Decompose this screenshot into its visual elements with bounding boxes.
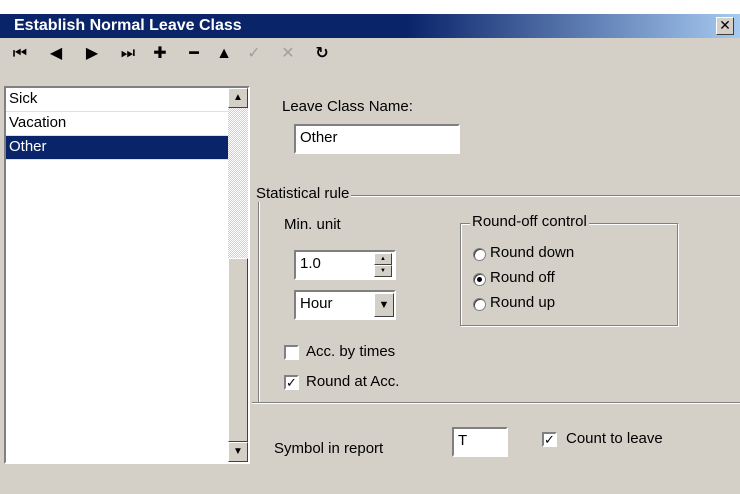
first-record-icon[interactable]: ⏮ <box>8 43 32 65</box>
list-item-selected[interactable]: Other <box>6 136 248 160</box>
count-to-leave-checkbox[interactable]: ✓ <box>542 432 557 447</box>
arrow-up-icon[interactable]: ▲ <box>228 88 248 108</box>
acc-by-times-checkbox[interactable] <box>284 345 299 360</box>
radio-round-up[interactable] <box>473 298 486 311</box>
list-item[interactable]: Sick <box>6 88 248 112</box>
list-item[interactable]: Vacation <box>6 112 248 136</box>
min-unit-label: Min. unit <box>284 216 341 233</box>
radio-round-off[interactable] <box>473 273 486 286</box>
round-up-label: Round up <box>490 294 556 311</box>
refresh-icon[interactable]: ↻ <box>310 43 334 65</box>
next-record-icon[interactable]: ▶ <box>80 43 104 65</box>
cancel-edit-icon: ✕ <box>281 45 295 62</box>
delete-record-icon[interactable]: ━ <box>182 43 206 65</box>
title-bar: Establish Normal Leave Class ✕ <box>0 14 740 38</box>
list-scrollbar[interactable]: ▲ ▼ <box>228 88 248 462</box>
prev-record-icon[interactable]: ◀ <box>44 43 68 65</box>
symbol-label: Symbol in report <box>274 440 384 457</box>
arrow-down-icon[interactable]: ▼ <box>228 442 248 462</box>
last-record-icon[interactable]: ⏭ <box>116 43 140 65</box>
radio-round-down[interactable] <box>473 248 486 261</box>
count-to-leave-label: Count to leave <box>566 430 663 447</box>
acc-by-times-label: Acc. by times <box>306 343 396 360</box>
round-off-label: Round off <box>490 269 555 286</box>
round-off-title: Round-off control <box>470 213 589 230</box>
top-margin <box>0 0 740 14</box>
spin-down-icon[interactable]: ▼ <box>374 265 392 277</box>
name-field[interactable]: Other <box>294 124 460 154</box>
add-record-icon[interactable]: ✚ <box>148 43 172 65</box>
leave-class-list[interactable]: Sick Vacation Other ▲ ▼ <box>4 86 250 464</box>
statistical-rule-title: Statistical rule <box>254 185 352 202</box>
scroll-thumb[interactable] <box>228 258 248 442</box>
confirm-icon: ✓ <box>247 45 261 62</box>
round-at-acc-label: Round at Acc. <box>306 373 400 390</box>
round-at-acc-checkbox[interactable]: ✓ <box>284 375 299 390</box>
symbol-field[interactable]: T <box>452 427 508 457</box>
divider <box>252 402 740 404</box>
move-up-icon[interactable]: ▲ <box>212 43 236 65</box>
name-label: Leave Class Name: <box>282 98 413 115</box>
round-down-label: Round down <box>490 244 575 261</box>
toolbar: ⏮ ◀ ▶ ⏭ ✚ ━ ▲ ✓ ✕ ↻ <box>0 38 740 70</box>
window-title: Establish Normal Leave Class <box>14 17 242 34</box>
spin-up-icon[interactable]: ▲ <box>374 253 392 265</box>
chevron-down-icon[interactable]: ▼ <box>374 293 394 317</box>
close-icon[interactable]: ✕ <box>716 17 734 35</box>
